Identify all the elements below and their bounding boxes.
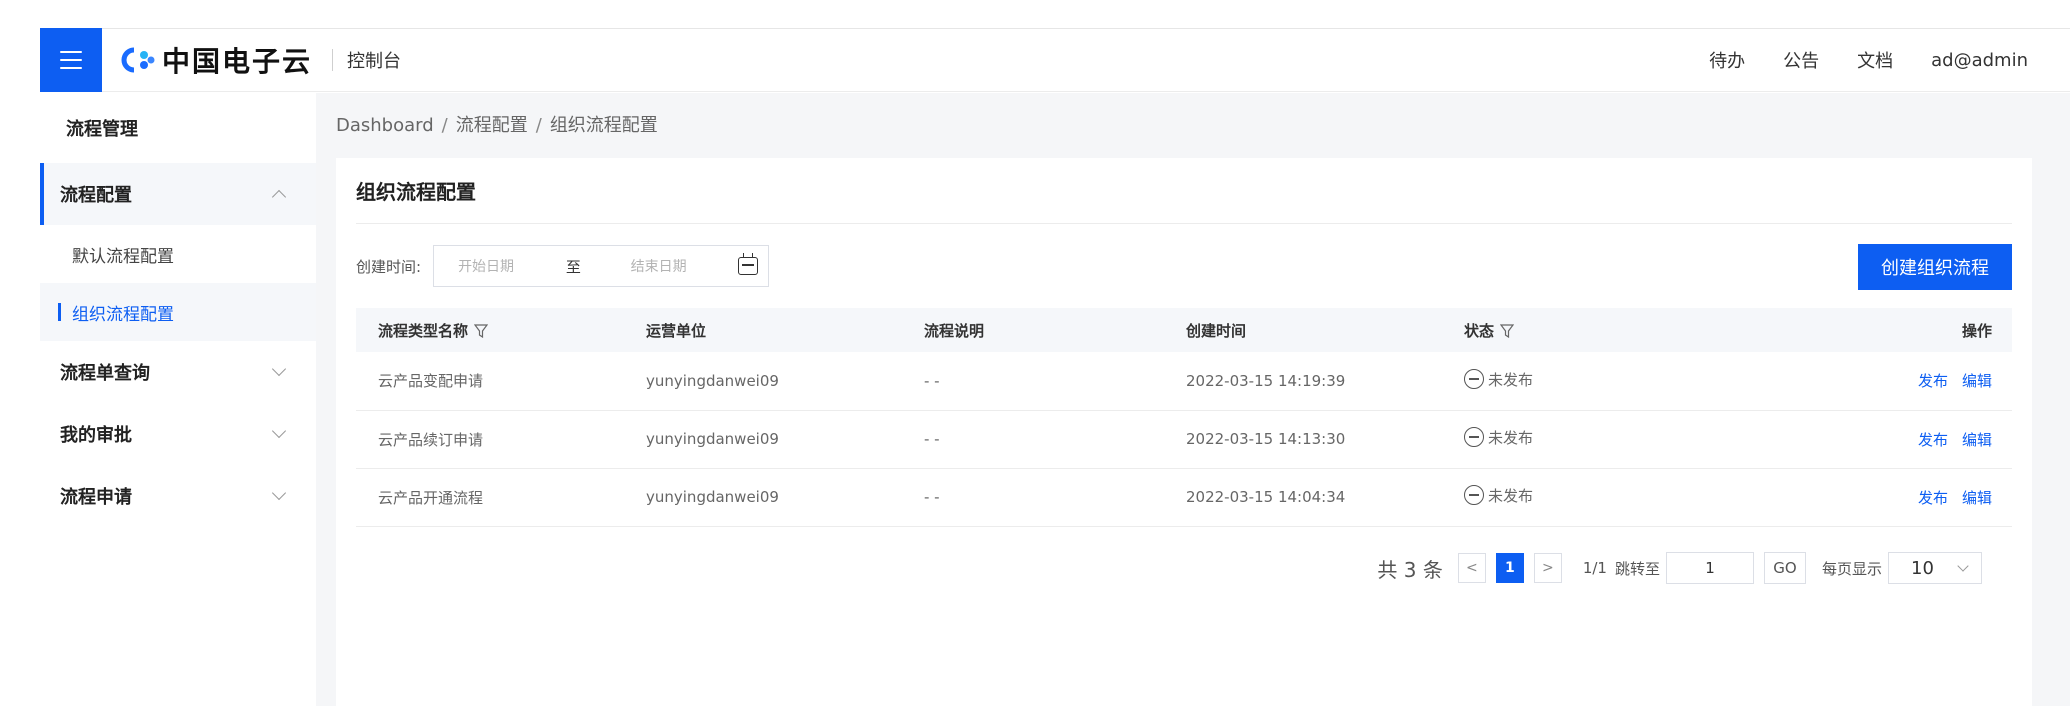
go-button[interactable]: GO (1763, 552, 1806, 584)
end-date-input[interactable]: 结束日期 (631, 256, 739, 276)
main-content: Dashboard / 流程配置 / 组织流程配置 组织流程配置 创建时间: 开始日期 … (316, 93, 2070, 706)
nav-docs[interactable]: 文档 (1857, 47, 1893, 73)
sidebar-item-label: 流程申请 (60, 487, 132, 508)
sidebar-item-process-apply[interactable]: 流程申请 (40, 465, 316, 527)
cell-name: 云产品变配申请 (378, 372, 484, 391)
nav-todo[interactable]: 待办 (1709, 47, 1745, 73)
publish-button[interactable]: 发布 (1918, 431, 1948, 449)
table-row: 云产品变配申请 yunyingdanwei09 - - 2022-03-15 1… (356, 352, 2012, 410)
cell-time: 2022-03-15 14:13:30 (1186, 430, 1346, 448)
filter-icon[interactable] (1500, 323, 1515, 338)
chevron-down-icon (271, 423, 287, 439)
page-1-button[interactable]: 1 (1495, 553, 1524, 583)
cell-unit: yunyingdanwei09 (646, 488, 779, 506)
sidebar-title: 流程管理 (66, 119, 138, 140)
cell-desc: - - (924, 371, 940, 390)
chevron-down-icon (271, 485, 287, 501)
total-count: 共 3 条 (1377, 557, 1443, 582)
chevron-down-icon (1957, 560, 1969, 572)
calendar-icon[interactable] (738, 253, 759, 275)
edit-button[interactable]: 编辑 (1962, 489, 1992, 507)
date-range-separator: 至 (565, 257, 581, 276)
minus-circle-icon (1464, 369, 1484, 389)
filter-icon[interactable] (474, 323, 489, 338)
pagination: 共 3 条 < 1 > 1/1 跳转至 1 GO 每页显示 10 (1377, 552, 1982, 584)
create-org-process-button[interactable]: 创建组织流程 (1858, 244, 2012, 290)
per-page-label: 每页显示 (1821, 559, 1882, 578)
breadcrumb: Dashboard / 流程配置 / 组织流程配置 (336, 115, 658, 136)
sidebar-item-order-query[interactable]: 流程单查询 (40, 341, 316, 403)
logo-text: 中国电子云 (162, 45, 313, 78)
cell-name: 云产品续订申请 (378, 430, 484, 449)
menu-toggle-button[interactable] (40, 28, 102, 92)
col-created-time: 创建时间 (1186, 321, 1247, 340)
cell-actions: 发布 编辑 (1677, 468, 2012, 526)
next-page-button[interactable]: > (1533, 553, 1562, 583)
col-description: 流程说明 (924, 321, 985, 340)
sidebar-subitem-org-config[interactable]: 组织流程配置 (40, 283, 316, 341)
chevron-up-icon (271, 189, 287, 205)
edit-button[interactable]: 编辑 (1962, 431, 1992, 449)
cell-time: 2022-03-15 14:19:39 (1186, 371, 1346, 390)
publish-button[interactable]: 发布 (1918, 489, 1948, 507)
sidebar-item-label: 流程单查询 (60, 363, 150, 384)
col-process-type: 流程类型名称 (356, 308, 624, 352)
logo[interactable]: 中国电子云 (118, 40, 312, 80)
cell-status: 未发布 (1442, 468, 1677, 526)
console-link[interactable]: 控制台 (347, 47, 401, 73)
user-account[interactable]: ad@admin (1931, 50, 2028, 71)
sidebar-subitem-default-config[interactable]: 默认流程配置 (40, 225, 316, 283)
col-status: 状态 (1442, 308, 1677, 352)
jump-label: 跳转至 (1614, 559, 1660, 578)
prev-page-button[interactable]: < (1457, 553, 1486, 583)
edit-button[interactable]: 编辑 (1962, 372, 1992, 390)
hamburger-icon (60, 51, 82, 69)
chevron-down-icon (271, 361, 287, 377)
sidebar-item-my-approval[interactable]: 我的审批 (40, 403, 316, 465)
table-row: 云产品开通流程 yunyingdanwei09 - - 2022-03-15 1… (356, 468, 2012, 526)
cloud-logo-icon (121, 47, 155, 73)
breadcrumb-dashboard[interactable]: Dashboard (336, 115, 434, 136)
sidebar: 流程管理 流程配置 默认流程配置 组织流程配置 流程单查询 我的审批 流程申请 (40, 93, 316, 706)
cell-desc: - - (924, 488, 940, 506)
table-row: 云产品续订申请 yunyingdanwei09 - - 2022-03-15 1… (356, 410, 2012, 468)
publish-button[interactable]: 发布 (1918, 372, 1948, 390)
page-title: 组织流程配置 (356, 158, 2012, 224)
col-actions: 操作 (1961, 321, 1992, 340)
page-info: 1/1 (1582, 559, 1607, 577)
cell-status: 未发布 (1442, 410, 1677, 468)
sidebar-item-label: 流程配置 (60, 185, 132, 206)
breadcrumb-current: 组织流程配置 (549, 115, 658, 136)
cell-unit: yunyingdanwei09 (646, 371, 779, 390)
cell-unit: yunyingdanwei09 (646, 430, 779, 448)
jump-page-input[interactable]: 1 (1665, 552, 1754, 584)
sidebar-item-process-config[interactable]: 流程配置 (40, 163, 316, 225)
breadcrumb-process-config[interactable]: 流程配置 (456, 115, 528, 136)
minus-circle-icon (1464, 485, 1484, 506)
cell-actions: 发布 编辑 (1677, 410, 2012, 468)
nav-announcement[interactable]: 公告 (1783, 47, 1819, 73)
per-page-select[interactable]: 10 (1888, 552, 1982, 584)
date-range-picker[interactable]: 开始日期 至 结束日期 (433, 245, 770, 287)
top-bar: 中国电子云 控制台 待办 公告 文档 ad@admin (40, 28, 2070, 92)
cell-name: 云产品开通流程 (378, 488, 484, 507)
header-divider (332, 49, 334, 71)
created-time-label: 创建时间: (356, 257, 422, 276)
sidebar-item-label: 我的审批 (60, 425, 132, 446)
table-header-row: 流程类型名称 运营单位 流程说明 创建时间 状态 操作 (356, 308, 2012, 352)
col-operating-unit: 运营单位 (646, 321, 707, 340)
cell-desc: - - (924, 430, 940, 448)
cell-status: 未发布 (1442, 352, 1677, 410)
filter-row: 创建时间: 开始日期 至 结束日期 创建组织流程 (356, 224, 2012, 308)
start-date-input[interactable]: 开始日期 (458, 256, 566, 276)
cell-time: 2022-03-15 14:04:34 (1186, 488, 1346, 506)
content-card: 组织流程配置 创建时间: 开始日期 至 结束日期 创建组织流程 流程类型名称 运… (336, 158, 2032, 706)
top-nav: 待办 公告 文档 ad@admin (1671, 47, 2028, 73)
cell-actions: 发布 编辑 (1677, 352, 2012, 410)
process-table: 流程类型名称 运营单位 流程说明 创建时间 状态 操作 云产品变配申请 yuny… (356, 308, 2012, 527)
minus-circle-icon (1464, 427, 1484, 448)
